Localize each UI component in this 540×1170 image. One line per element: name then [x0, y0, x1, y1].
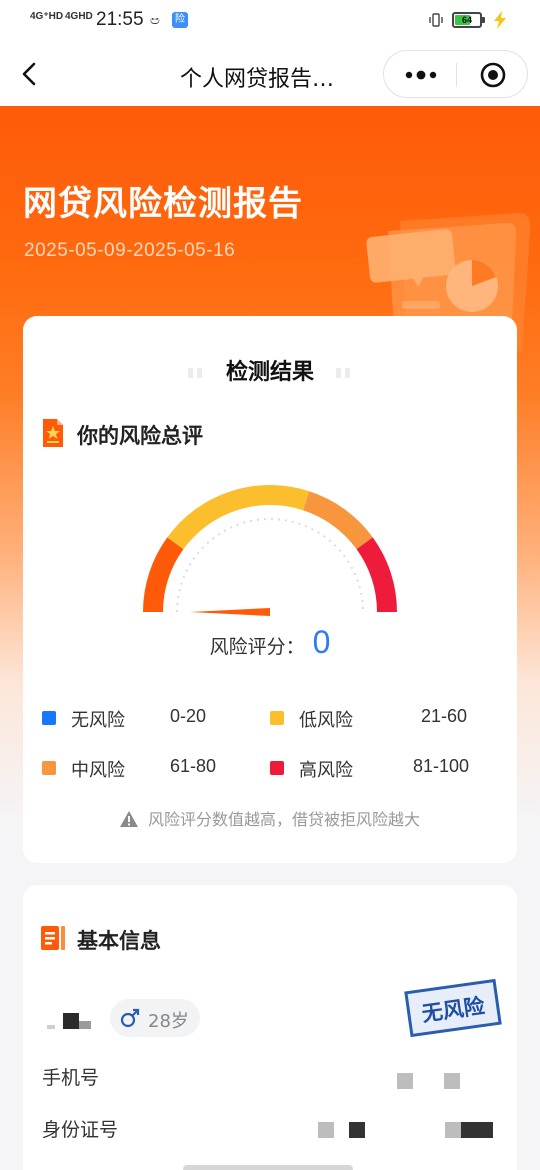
charging-bolt-icon	[494, 11, 506, 29]
legend-swatch	[270, 711, 284, 725]
legend-swatch	[270, 761, 284, 775]
network-indicator-2: 4GHD	[65, 11, 93, 22]
masked-phone-part	[397, 1073, 413, 1089]
report-star-icon	[43, 419, 63, 447]
legend-name: 高风险	[299, 760, 353, 781]
report-date-range: 2025-05-09-2025-05-16	[24, 240, 236, 261]
back-icon[interactable]	[14, 58, 46, 90]
no-risk-stamp: 无风险	[404, 978, 502, 1038]
phone-label: 手机号	[42, 1067, 100, 1089]
close-miniprogram-icon[interactable]	[480, 62, 506, 88]
gauge-band-medium	[302, 491, 373, 550]
risk-score-value: 0	[312, 624, 331, 660]
risk-score-label: 风险评分：	[209, 636, 305, 658]
risk-score-row: 风险评分： 0	[23, 624, 517, 661]
risk-note: 风险评分数值越高，借贷被拒风险越大	[23, 806, 517, 830]
legend-name: 无风险	[71, 710, 125, 731]
nav-bar: 个人网贷报告…	[0, 44, 540, 106]
status-time: 21:55	[96, 9, 144, 30]
age-text: 28岁	[148, 1011, 189, 1032]
battery-tip	[482, 17, 485, 23]
gauge-band-high	[356, 537, 397, 613]
battery-level: 64	[461, 15, 472, 25]
detection-result-card: 检测结果 你的风险总评 风险评分： 0 无风险 0-20 低风险 21-60 中风险 61-…	[23, 316, 517, 863]
legend-item: 无风险 0-20	[42, 706, 272, 731]
network-indicator: 4G⁺HD	[30, 11, 64, 22]
legend-item: 低风险 21-60	[270, 706, 500, 731]
legend-name: 低风险	[299, 710, 353, 731]
male-icon	[120, 1008, 140, 1028]
legend-name: 中风险	[71, 760, 125, 781]
warning-icon	[119, 811, 138, 827]
vibrate-icon	[429, 13, 443, 27]
scroll-indicator[interactable]	[183, 1165, 353, 1170]
weibo-icon: ඏ	[150, 13, 160, 27]
legend-swatch	[42, 711, 56, 725]
gender-age-chip: 28岁	[110, 999, 200, 1037]
id-number-label: 身份证号	[42, 1119, 119, 1141]
gauge-needle	[190, 608, 270, 616]
basic-info-card: 基本信息 28岁 无风险 手机号 身份证号	[23, 885, 517, 1170]
miniprogram-capsule	[383, 50, 528, 98]
gauge-band-low	[167, 485, 310, 550]
status-bar: 4G⁺HD 4GHD 21:55 ඏ 险 64	[0, 0, 540, 44]
legend-item: 高风险 81-100	[270, 756, 500, 781]
legend-range: 81-100	[413, 756, 470, 776]
nav-title: 个人网贷报告…	[180, 67, 335, 92]
masked-name	[47, 1013, 91, 1029]
document-list-icon	[41, 926, 65, 950]
battery-icon: 64	[452, 12, 482, 28]
report-title: 网贷风险检测报告	[23, 184, 303, 224]
legend-range: 0-20	[170, 706, 207, 726]
masked-id-part	[318, 1122, 334, 1138]
more-icon[interactable]	[402, 63, 440, 87]
capsule-divider	[456, 63, 457, 87]
result-title-text: 检测结果	[225, 360, 314, 385]
result-title: 检测结果	[187, 354, 350, 386]
stamp-text: 无风险	[420, 993, 487, 1027]
title-deco-right	[336, 368, 352, 378]
masked-id-part	[461, 1122, 493, 1138]
title-deco-left	[187, 368, 204, 378]
legend-range: 21-60	[421, 706, 468, 726]
legend-item: 中风险 61-80	[42, 756, 272, 781]
legend-swatch	[42, 761, 56, 775]
gauge-inner-track	[176, 518, 364, 613]
risk-summary-title: 你的风险总评	[77, 424, 203, 448]
legend-range: 61-80	[170, 756, 217, 776]
risk-note-text: 风险评分数值越高，借贷被拒风险越大	[147, 810, 420, 829]
gauge-band-none	[143, 537, 184, 613]
masked-id-part	[445, 1122, 461, 1138]
app-notification-icon: 险	[172, 12, 188, 28]
masked-id-part	[349, 1122, 365, 1138]
risk-gauge	[143, 485, 397, 616]
basic-info-title: 基本信息	[77, 929, 161, 953]
masked-phone-part	[444, 1073, 460, 1089]
